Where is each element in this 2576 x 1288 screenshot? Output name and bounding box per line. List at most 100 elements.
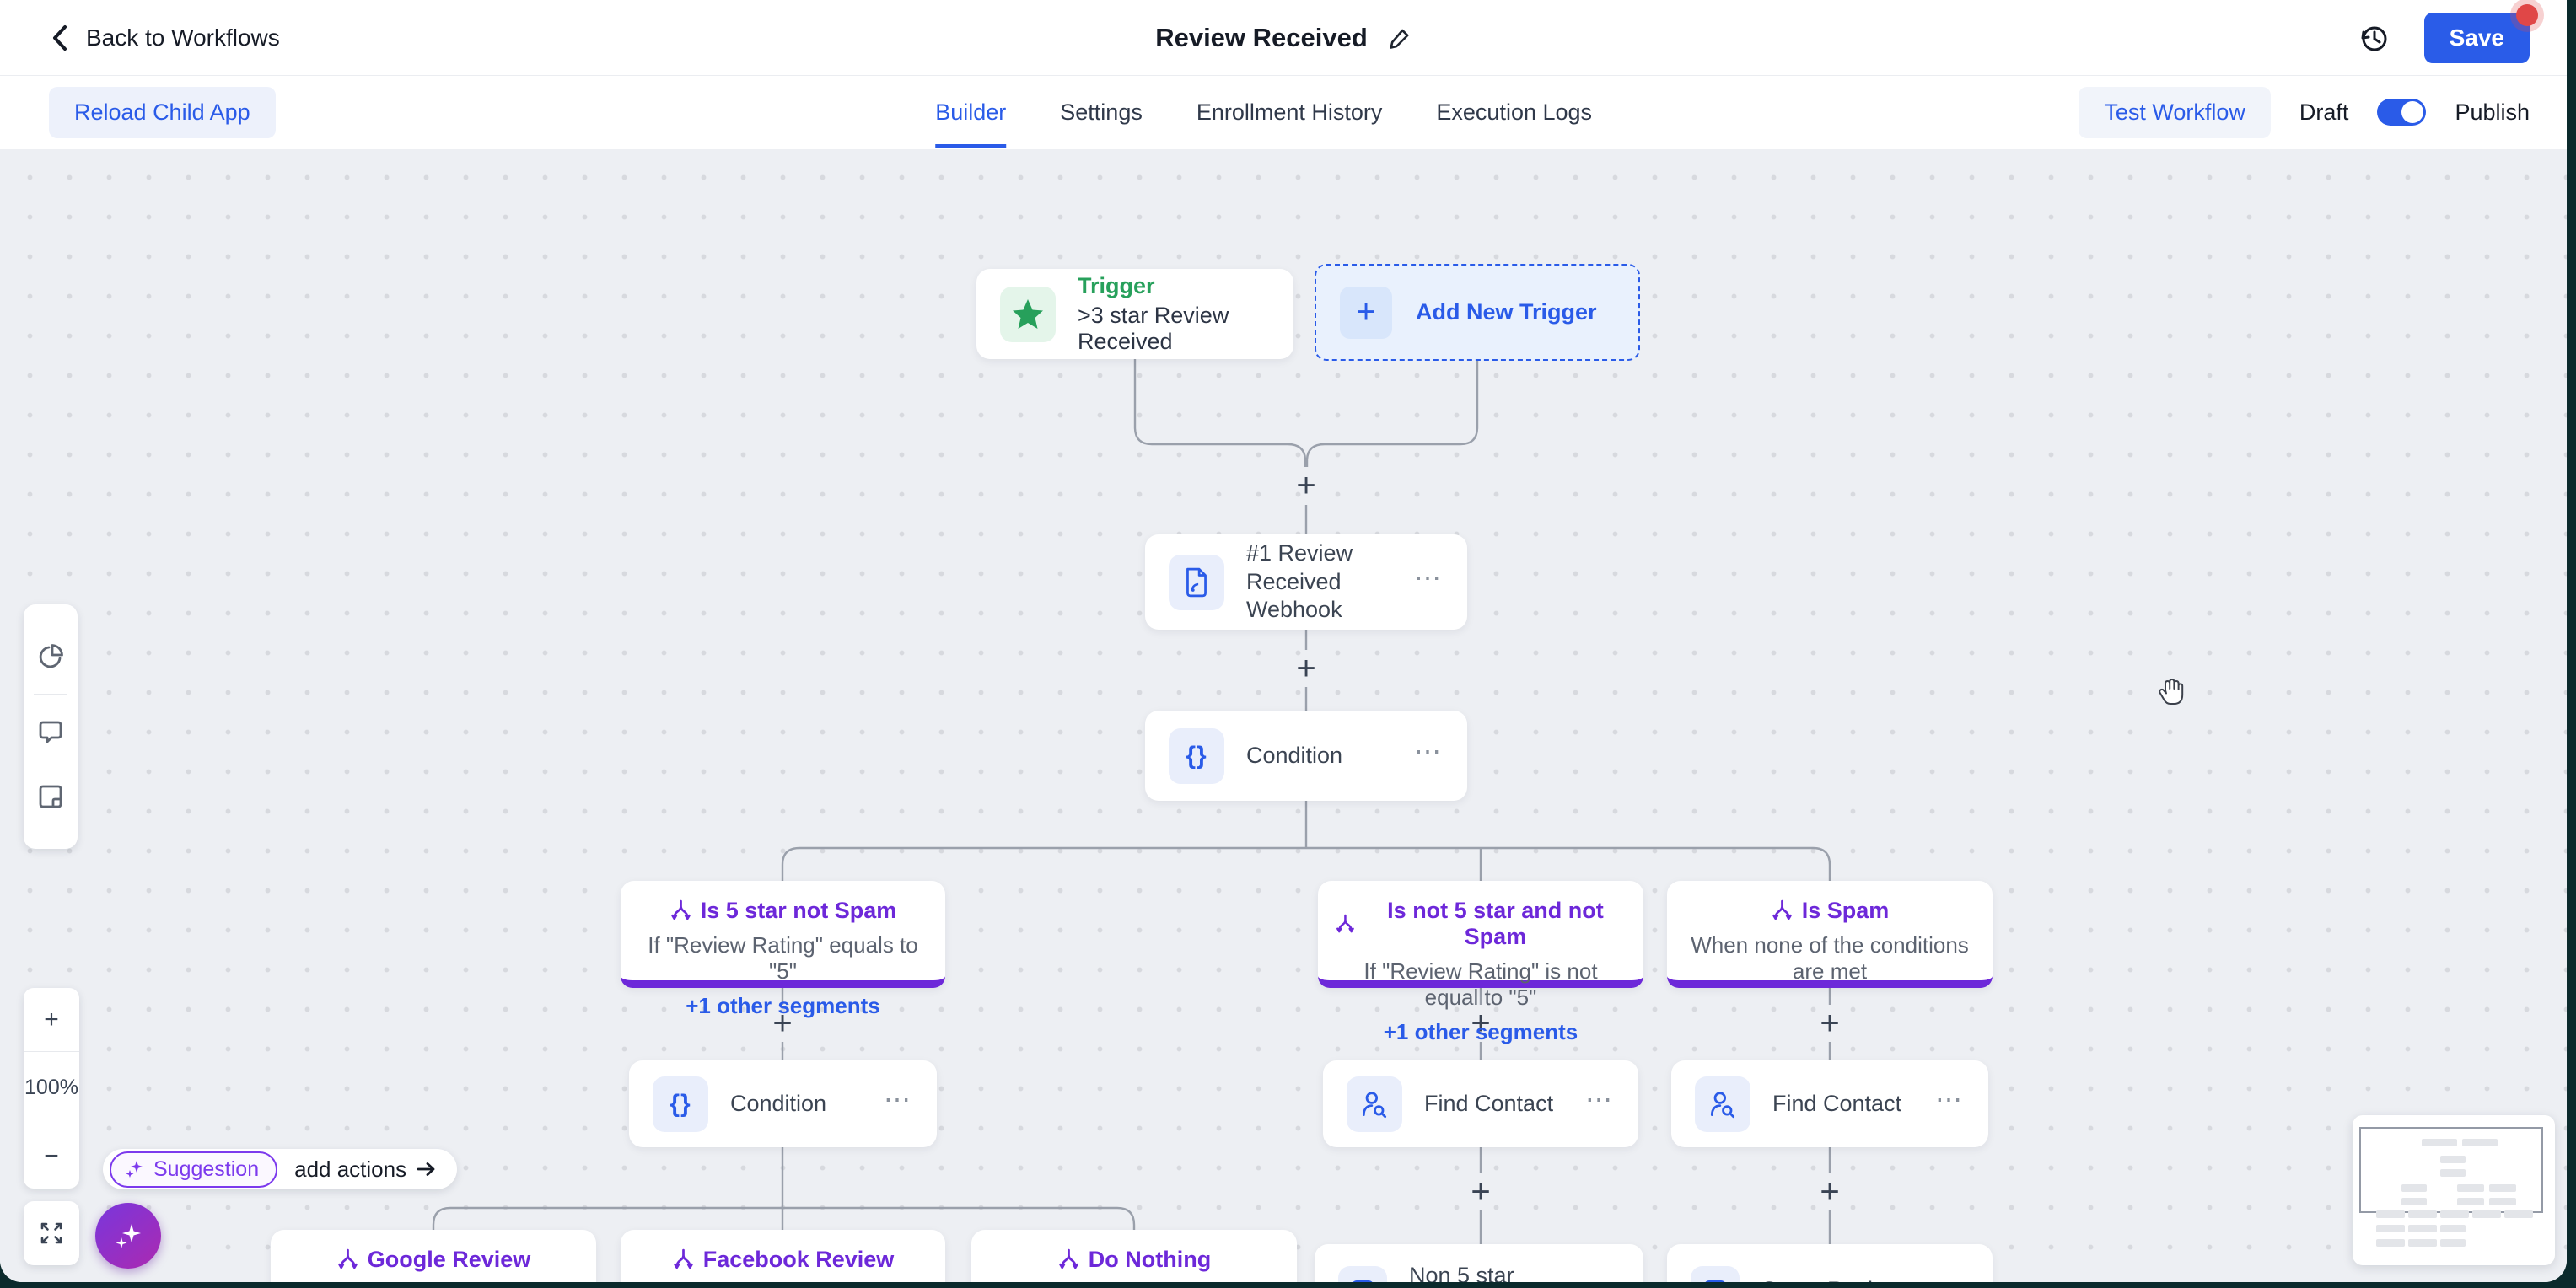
review-reply-node-spam[interactable]: Spam Review ⋯: [1667, 1244, 1993, 1282]
minimap[interactable]: [2353, 1115, 2555, 1265]
version-history-icon[interactable]: [2357, 21, 2390, 55]
zoom-controls: + 100% −: [24, 988, 79, 1189]
node-menu-icon[interactable]: ⋯: [1414, 751, 1444, 761]
ai-assistant-button[interactable]: [95, 1203, 161, 1269]
trigger-title: Trigger: [1078, 273, 1270, 299]
tab-settings[interactable]: Settings: [1060, 77, 1143, 148]
stats-pie-icon[interactable]: [35, 625, 66, 689]
publish-label: Publish: [2455, 99, 2530, 126]
branch-title: Is 5 star not Spam: [701, 898, 897, 924]
find-contact-icon: [1347, 1076, 1402, 1132]
webhook-document-icon: [1169, 555, 1224, 610]
zoom-level: 100%: [24, 1052, 79, 1124]
find-contact-node-right[interactable]: Find Contact ⋯: [1671, 1060, 1988, 1147]
minimap-node-block: [2472, 1210, 2501, 1218]
header: Back to Workflows Review Received Save: [0, 0, 2567, 76]
split-branch-icon: [1335, 913, 1356, 936]
split-branch-icon: [1057, 1248, 1080, 1271]
workflow-canvas[interactable]: + + + + + + + Trigger >3 star Review Rec…: [0, 149, 2567, 1282]
review-message-icon: [1691, 1266, 1740, 1282]
add-new-trigger-label: Add New Trigger: [1416, 299, 1597, 325]
suggestion-chip[interactable]: Suggestion: [110, 1151, 277, 1188]
node-menu-icon[interactable]: ⋯: [1585, 1099, 1615, 1109]
zoom-in-button[interactable]: +: [24, 988, 79, 1052]
review-message-icon: [1338, 1266, 1387, 1282]
node-menu-icon[interactable]: ⋯: [1935, 1099, 1965, 1109]
minimap-node-block: [2422, 1139, 2457, 1146]
save-button[interactable]: Save: [2424, 13, 2530, 63]
branch-node-do-nothing[interactable]: Do Nothing When none of the conditions a…: [971, 1230, 1297, 1282]
add-new-trigger-button[interactable]: + Add New Trigger: [1315, 264, 1640, 361]
branch-node-google-review[interactable]: Google Review If "Review Source" is "Goo…: [271, 1230, 596, 1282]
find-contact-icon: [1695, 1076, 1750, 1132]
test-workflow-button[interactable]: Test Workflow: [2079, 87, 2271, 138]
branch-node-facebook-review[interactable]: Facebook Review If "Review Source" is "F…: [621, 1230, 945, 1282]
chevron-left-icon: [49, 23, 71, 53]
sticky-note-icon[interactable]: [35, 765, 66, 829]
pan-hand-cursor: [2155, 674, 2191, 711]
branch-node-is-5-star-not-spam[interactable]: Is 5 star not Spam If "Review Rating" eq…: [621, 881, 945, 988]
find-contact-title: Find Contact: [1424, 1090, 1563, 1119]
minimap-node-block: [2440, 1156, 2466, 1163]
webhook-node[interactable]: #1 Review Received Webhook ⋯: [1145, 534, 1467, 630]
branch-title: Is not 5 star and not Spam: [1364, 898, 1627, 950]
action-node-title: Spam Review: [1761, 1276, 1917, 1282]
sparkles-icon: [123, 1158, 145, 1180]
minimap-node-block: [2489, 1198, 2516, 1205]
webhook-node-title: #1 Review Received Webhook: [1246, 539, 1392, 625]
reload-child-app-button[interactable]: Reload Child App: [49, 87, 276, 138]
add-action-button[interactable]: +: [1811, 1005, 1848, 1042]
suggestion-label: Suggestion: [153, 1157, 259, 1182]
toggle-knob: [2401, 101, 2423, 123]
branch-node-is-spam[interactable]: Is Spam When none of the conditions are …: [1667, 881, 1993, 988]
trigger-node[interactable]: Trigger >3 star Review Received: [976, 269, 1293, 359]
minimap-node-block: [2401, 1184, 2427, 1192]
branch-condition: When none of the conditions are met: [1684, 932, 1976, 985]
minimap-node-block: [2489, 1184, 2516, 1192]
tab-enrollment-history[interactable]: Enrollment History: [1197, 77, 1383, 148]
find-contact-title: Find Contact: [1772, 1090, 1913, 1119]
add-actions-link[interactable]: add actions: [294, 1157, 437, 1183]
canvas-tools-panel: [24, 604, 78, 849]
title-wrap: Review Received: [1155, 23, 1412, 53]
back-to-workflows-button[interactable]: Back to Workflows: [49, 23, 280, 53]
minimap-node-block: [2408, 1239, 2437, 1247]
edit-pencil-icon[interactable]: [1388, 26, 1412, 50]
publish-toggle[interactable]: [2377, 99, 2426, 126]
branch-title: Is Spam: [1802, 898, 1890, 924]
add-action-button[interactable]: +: [1462, 1173, 1499, 1210]
comment-bubble-icon[interactable]: [35, 700, 66, 765]
trigger-star-icon: [1000, 287, 1056, 342]
branch-condition: If "Review Source" is "Google": [288, 1281, 579, 1282]
tab-execution-logs[interactable]: Execution Logs: [1436, 77, 1592, 148]
branch-condition: If "Review Rating" equals to "5": [637, 932, 928, 985]
zoom-out-button[interactable]: −: [24, 1124, 79, 1189]
condition-node-title: Condition: [1246, 742, 1392, 770]
suggestion-toast: Suggestion add actions: [103, 1149, 457, 1189]
minimap-node-block: [2440, 1239, 2466, 1247]
add-action-button[interactable]: +: [1288, 650, 1325, 687]
find-contact-node-left[interactable]: Find Contact ⋯: [1323, 1060, 1638, 1147]
branch-more-segments-link[interactable]: +1 other segments: [1335, 1019, 1627, 1045]
fit-to-screen-button[interactable]: [24, 1201, 79, 1265]
minimap-node-block: [2440, 1225, 2466, 1232]
split-branch-icon: [670, 899, 692, 922]
branch-title: Facebook Review: [703, 1247, 895, 1273]
branch-more-segments-link[interactable]: +1 other segments: [637, 993, 928, 1019]
split-branch-icon: [672, 1248, 695, 1271]
tab-builder[interactable]: Builder: [935, 77, 1006, 148]
toolbar: Reload Child App Builder Settings Enroll…: [0, 77, 2567, 148]
condition-node-top[interactable]: {} Condition ⋯: [1145, 711, 1467, 801]
branch-node-is-not-5-star[interactable]: Is not 5 star and not Spam If "Review Ra…: [1318, 881, 1643, 988]
add-action-button[interactable]: +: [1811, 1173, 1848, 1210]
add-action-button[interactable]: +: [1288, 467, 1325, 504]
trigger-subtitle: >3 star Review Received: [1078, 303, 1270, 355]
branch-title: Google Review: [368, 1247, 531, 1273]
minimap-node-block: [2401, 1198, 2427, 1205]
review-reply-node-non-5-star[interactable]: Non 5 star review ⋯: [1315, 1244, 1643, 1282]
node-menu-icon[interactable]: ⋯: [884, 1099, 913, 1109]
branch-condition: If "Review Rating" is not equal to "5": [1335, 958, 1627, 1011]
node-menu-icon[interactable]: ⋯: [1414, 577, 1444, 588]
condition-node-mid[interactable]: {} Condition ⋯: [629, 1060, 937, 1147]
page-title: Review Received: [1155, 23, 1368, 53]
